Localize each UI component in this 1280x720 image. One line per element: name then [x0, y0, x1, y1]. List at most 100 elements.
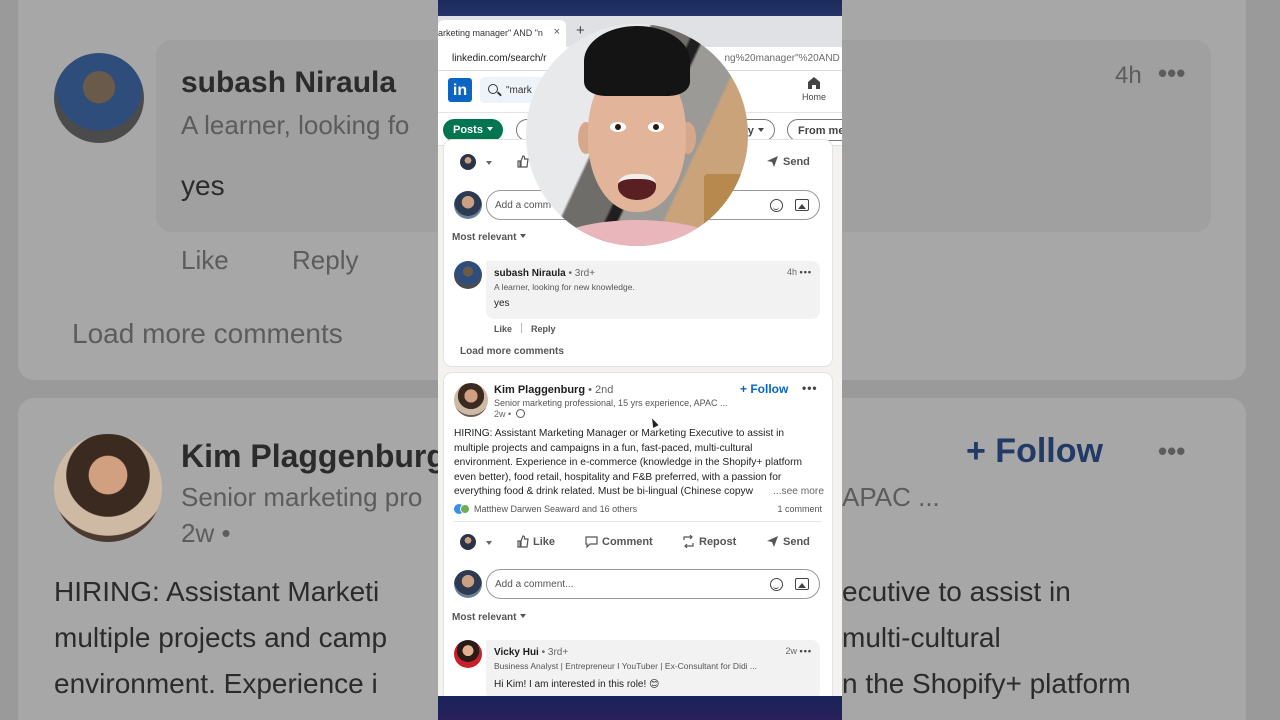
- search-value: "mark: [506, 85, 532, 96]
- send-label: Send: [783, 536, 810, 548]
- comment-headline: A learner, looking for new knowledge.: [494, 282, 635, 292]
- bg-body-left-3: environment. Experience i: [54, 668, 378, 699]
- bg-comment-time: 4h: [1115, 62, 1142, 89]
- comment-count[interactable]: 1 comment: [777, 504, 822, 514]
- send-icon: [767, 156, 778, 167]
- comment-bubble: subash Niraula • 3rd+ 4h ••• A learner, …: [486, 261, 820, 319]
- presenter-eye: [610, 122, 626, 132]
- more-options-icon[interactable]: •••: [802, 381, 818, 395]
- comment-author-name: subash Niraula: [494, 268, 566, 279]
- tab-title: arketing manager" AND "n: [438, 28, 543, 38]
- comment-like-button[interactable]: Like: [494, 324, 512, 334]
- post-body-line: environment. Experience in e-commerce (k…: [454, 457, 802, 468]
- load-more-comments-button[interactable]: Load more comments: [460, 346, 564, 357]
- bg-post-meta: 2w •: [181, 518, 231, 548]
- comment-input[interactable]: Add a comment...: [486, 569, 820, 599]
- send-button[interactable]: Send: [766, 155, 810, 168]
- comment-time: 2w: [785, 646, 798, 656]
- browser-tab[interactable]: arketing manager" AND "n ×: [438, 20, 566, 47]
- presenter-eye: [648, 122, 664, 132]
- emoji-icon[interactable]: [770, 578, 783, 591]
- comment-actions: Like Reply: [494, 323, 556, 334]
- presenter-hair: [584, 26, 690, 96]
- comment-time-wrap: 4h •••: [787, 267, 812, 277]
- post-body-line: HIRING: Assistant Marketing Manager or M…: [454, 428, 785, 439]
- reactions-summary[interactable]: Matthew Darwen Seaward and 16 others: [454, 504, 637, 514]
- emoji-icon[interactable]: [770, 199, 783, 212]
- image-icon[interactable]: [795, 199, 809, 211]
- presenter-shirt: [546, 220, 728, 246]
- bg-comment-dots: •••: [1158, 58, 1186, 88]
- sort-comments-dropdown[interactable]: Most relevant: [452, 612, 527, 623]
- bottom-bezel: [438, 696, 842, 720]
- filter-from-member[interactable]: From me: [787, 119, 842, 141]
- avatar[interactable]: [454, 640, 482, 668]
- comment-author[interactable]: subash Niraula • 3rd+: [494, 268, 595, 279]
- url-host: linkedin.com/search/r: [452, 53, 547, 64]
- comment-time: 4h: [787, 267, 798, 277]
- bg-follow: + Follow: [966, 432, 1103, 470]
- avatar: [454, 191, 482, 219]
- search-icon: [488, 84, 498, 94]
- comment-label: Comment: [602, 536, 653, 548]
- sort-comments-dropdown[interactable]: Most relevant: [452, 232, 527, 243]
- nav-home[interactable]: Home: [798, 76, 830, 102]
- divider: [521, 323, 523, 333]
- linkedin-logo[interactable]: in: [448, 78, 472, 102]
- repost-icon: [683, 535, 694, 548]
- comment-author-name: Vicky Hui: [494, 647, 539, 658]
- bg-load-more: Load more comments: [72, 318, 343, 349]
- more-options-icon[interactable]: •••: [800, 267, 812, 277]
- chevron-down-icon[interactable]: [486, 541, 492, 545]
- more-options-icon[interactable]: •••: [800, 646, 812, 656]
- repost-button[interactable]: Repost: [682, 535, 736, 548]
- image-icon[interactable]: [795, 578, 809, 590]
- comment-degree: • 3rd+: [568, 268, 596, 279]
- url-tail: ng%20manager"%20AND: [724, 53, 840, 64]
- bg-like: Like: [181, 245, 229, 275]
- see-more-button[interactable]: ...see more: [773, 485, 824, 500]
- send-button[interactable]: Send: [766, 535, 810, 548]
- avatar[interactable]: [460, 534, 476, 550]
- comment-author[interactable]: Vicky Hui • 3rd+: [494, 647, 568, 658]
- close-tab-icon[interactable]: ×: [554, 26, 560, 38]
- avatar[interactable]: [460, 154, 476, 170]
- comment-reply-button[interactable]: Reply: [531, 324, 556, 334]
- thumbs-up-icon: [517, 155, 529, 168]
- divider: [454, 521, 822, 522]
- bg-comment-headline: A learner, looking fo: [181, 110, 410, 140]
- sort-label: Most relevant: [452, 612, 517, 623]
- bg-post-headline: Senior marketing pro: [181, 482, 423, 512]
- post-time: 2w •: [494, 409, 512, 419]
- wall-frame: [704, 174, 744, 234]
- bg-comment-text: yes: [181, 170, 225, 201]
- chevron-down-icon: [757, 128, 764, 132]
- post-body-line: even better), food retail, hospitality a…: [454, 471, 782, 483]
- comment-icon: [585, 536, 598, 548]
- webcam-overlay: [526, 24, 748, 246]
- filter-posts[interactable]: Posts: [443, 119, 503, 141]
- feed-post: Kim Plaggenburg • 2nd Senior marketing p…: [444, 373, 832, 703]
- bg-body-right-1: ecutive to assist in: [842, 576, 1071, 607]
- post-author[interactable]: Kim Plaggenburg • 2nd: [494, 384, 613, 396]
- chevron-down-icon: [520, 614, 527, 618]
- like-button[interactable]: Like: [516, 535, 555, 548]
- home-icon: [808, 77, 820, 89]
- bg-avatar-kim: [54, 434, 162, 542]
- chevron-down-icon[interactable]: [486, 161, 492, 165]
- comment-text: Hi Kim! I am interested in this role! 😊: [494, 679, 660, 690]
- bg-post-headline-tail: APAC ...: [842, 482, 940, 512]
- sort-label: Most relevant: [452, 232, 517, 243]
- like-label: Like: [533, 536, 556, 548]
- bg-body-left-2: multiple projects and camp: [54, 622, 388, 653]
- avatar[interactable]: [454, 383, 488, 417]
- presenter-mouth: [618, 174, 656, 200]
- post-headline: Senior marketing professional, 15 yrs ex…: [494, 398, 728, 408]
- bg-comment-name: subash Niraula: [181, 66, 397, 99]
- globe-icon: [515, 409, 525, 418]
- comment-headline: Business Analyst | Entrepreneur I YouTub…: [494, 661, 758, 671]
- avatar[interactable]: [454, 261, 482, 289]
- comment-bubble: Vicky Hui • 3rd+ 2w ••• Business Analyst…: [486, 640, 820, 700]
- follow-button[interactable]: + Follow: [740, 382, 788, 396]
- comment-button[interactable]: Comment: [585, 535, 653, 548]
